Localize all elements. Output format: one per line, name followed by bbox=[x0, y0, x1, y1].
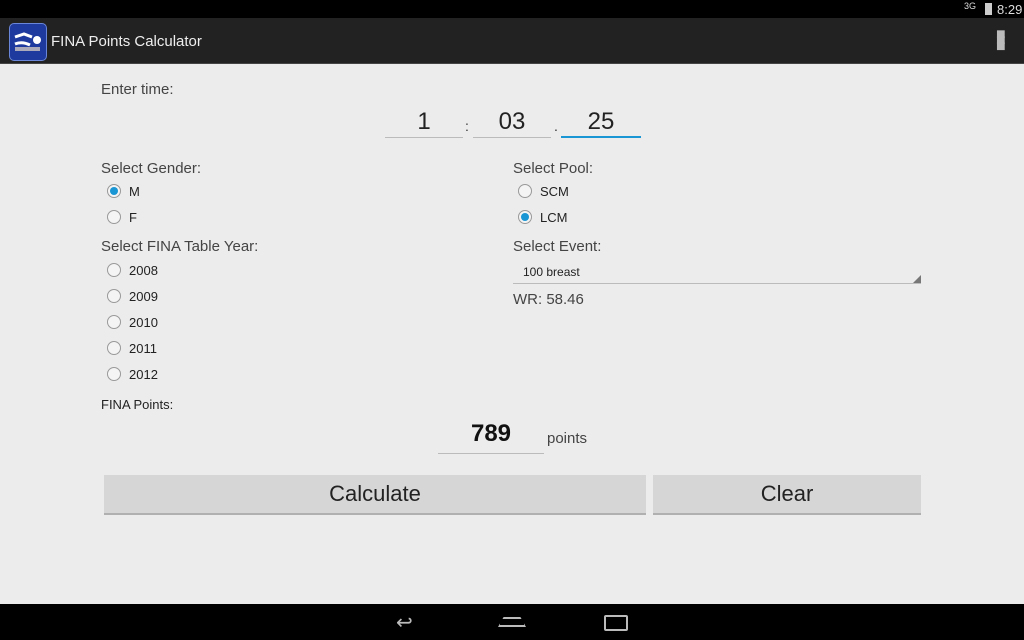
year-radio-list[interactable]: 2008 2009 2010 2011 2012 2013 bbox=[107, 257, 307, 391]
event-label: Select Event: bbox=[513, 238, 602, 255]
gender-option-f[interactable]: F bbox=[107, 204, 140, 230]
pool-label: Select Pool: bbox=[513, 160, 594, 177]
radio-unchecked-icon bbox=[107, 367, 121, 381]
year-option-2009[interactable]: 2009 bbox=[107, 283, 307, 309]
home-icon[interactable] bbox=[498, 617, 526, 627]
year-option-2012[interactable]: 2012 bbox=[107, 361, 307, 387]
points-label: FINA Points: bbox=[101, 397, 174, 412]
time-separator: . bbox=[554, 118, 558, 134]
option-label: SCM bbox=[540, 183, 569, 199]
radio-unchecked-icon bbox=[107, 315, 121, 329]
seconds-input[interactable]: 03 bbox=[473, 108, 551, 138]
clock: 8:29 bbox=[997, 2, 1023, 17]
event-value: 100 breast bbox=[523, 265, 580, 279]
overflow-menu-icon[interactable]: ■ ■ ■ bbox=[996, 27, 1006, 55]
app-title: FINA Points Calculator bbox=[51, 33, 202, 50]
option-label: 2010 bbox=[129, 314, 158, 330]
gender-label: Select Gender: bbox=[101, 160, 202, 177]
option-label: F bbox=[129, 209, 137, 225]
status-bar: 3G 8:29 bbox=[0, 0, 1024, 18]
spinner-arrow-icon bbox=[913, 275, 921, 283]
gender-option-m[interactable]: M bbox=[107, 178, 140, 204]
clear-button[interactable]: Clear bbox=[653, 475, 921, 515]
points-unit: points bbox=[547, 430, 588, 447]
points-value: 789 bbox=[438, 420, 544, 454]
navigation-bar: ↩ bbox=[0, 604, 1024, 640]
year-label: Select FINA Table Year: bbox=[101, 238, 259, 255]
option-label: 2009 bbox=[129, 288, 158, 304]
option-label: LCM bbox=[540, 209, 568, 225]
event-spinner[interactable]: 100 breast bbox=[513, 262, 921, 284]
radio-unchecked-icon bbox=[107, 263, 121, 277]
radio-checked-icon bbox=[518, 210, 532, 224]
time-separator: : bbox=[465, 118, 469, 134]
gender-radio-group: M F bbox=[107, 178, 140, 230]
hundredths-input[interactable]: 25 bbox=[561, 108, 641, 138]
time-label: Enter time: bbox=[101, 81, 174, 98]
world-record: WR: 58.46 bbox=[513, 291, 584, 308]
radio-unchecked-icon bbox=[107, 289, 121, 303]
option-label: 2012 bbox=[129, 366, 158, 382]
option-label: 2011 bbox=[129, 340, 157, 356]
calculate-button[interactable]: Calculate bbox=[104, 475, 646, 515]
year-option-2011[interactable]: 2011 bbox=[107, 335, 307, 361]
action-bar: FINA Points Calculator ■ ■ ■ bbox=[0, 18, 1024, 64]
pool-radio-group: SCM LCM bbox=[518, 178, 569, 230]
option-label: M bbox=[129, 183, 140, 199]
battery-icon bbox=[985, 3, 992, 15]
option-label: 2008 bbox=[129, 262, 158, 278]
minutes-input[interactable]: 1 bbox=[385, 108, 463, 138]
app-logo-swimmer-icon[interactable] bbox=[9, 23, 47, 61]
radio-unchecked-icon bbox=[107, 210, 121, 224]
signal-icon: 3G bbox=[964, 1, 977, 11]
radio-unchecked-icon bbox=[518, 184, 532, 198]
year-option-2008[interactable]: 2008 bbox=[107, 257, 307, 283]
year-option-2013[interactable]: 2013 bbox=[107, 387, 307, 391]
back-icon[interactable]: ↩ bbox=[396, 610, 413, 635]
radio-unchecked-icon bbox=[107, 341, 121, 355]
radio-checked-icon bbox=[107, 184, 121, 198]
pool-option-scm[interactable]: SCM bbox=[518, 178, 569, 204]
year-option-2010[interactable]: 2010 bbox=[107, 309, 307, 335]
recent-apps-icon[interactable] bbox=[604, 615, 628, 631]
pool-option-lcm[interactable]: LCM bbox=[518, 204, 569, 230]
